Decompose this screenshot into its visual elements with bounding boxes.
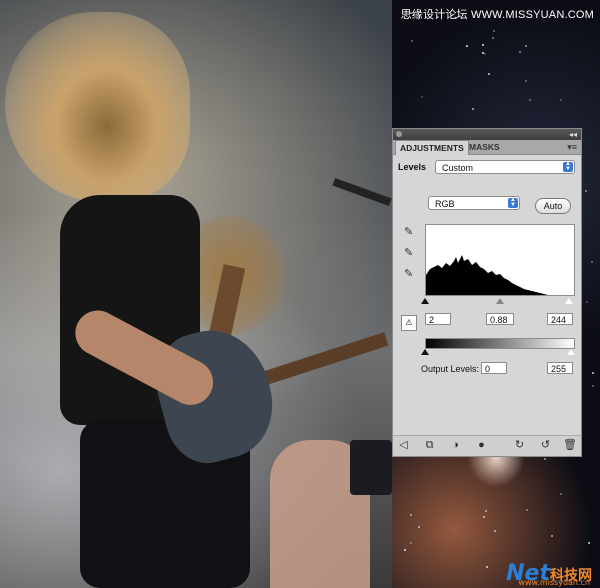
gamma-handle[interactable] [496, 298, 504, 304]
tab-masks[interactable]: MASKS [465, 140, 504, 154]
levels-label: Levels [398, 162, 427, 172]
watermark-bottom: Net科技网 www.missyuan.cn [506, 561, 592, 587]
output-black-field[interactable]: 0 [481, 362, 507, 374]
adjustments-panel: ◂◂ ADJUSTMENTS MASKS ▾≡ Levels Custom ▲ ▼… [392, 128, 582, 457]
input-black-field[interactable]: 2 [425, 313, 451, 325]
output-levels-label: Output Levels: [421, 364, 480, 374]
close-icon[interactable] [396, 131, 402, 137]
output-black-handle[interactable] [421, 349, 429, 355]
channel-select[interactable]: RGB ▲ ▼ [428, 196, 520, 210]
preset-select[interactable]: Custom ▲ ▼ [435, 160, 575, 174]
panel-titlebar[interactable]: ◂◂ [393, 129, 581, 140]
star [544, 457, 547, 460]
star [591, 371, 594, 374]
preset-value: Custom [442, 163, 474, 173]
star [560, 98, 563, 101]
white-eyedropper-icon[interactable]: ✎ [404, 268, 416, 280]
star [465, 45, 468, 48]
warning-icon[interactable]: ⚠ [401, 315, 417, 331]
watermark-top: 思缘设计论坛 WWW.MISSYUAN.COM [400, 9, 594, 21]
white-point-handle[interactable] [565, 298, 573, 304]
star [518, 50, 521, 53]
black-eyedropper-icon[interactable]: ✎ [404, 226, 416, 238]
star [487, 73, 490, 76]
star [585, 300, 588, 303]
star [524, 79, 527, 82]
trash-icon[interactable]: 🗑 [563, 439, 577, 452]
histogram [425, 224, 575, 296]
star [484, 52, 487, 55]
audience-phone [350, 440, 392, 495]
visibility-icon[interactable]: ◑ [449, 439, 462, 452]
channel-value: RGB [435, 199, 455, 209]
auto-button[interactable]: Auto [535, 198, 571, 214]
output-white-handle[interactable] [567, 349, 575, 355]
panel-menu-icon[interactable]: ▾≡ [567, 142, 577, 153]
panel-bottom-bar: ◁ ⧉ ◑ ● ↻ ↺ 🗑 [393, 435, 581, 456]
histogram-shape [426, 255, 552, 295]
output-white-field[interactable]: 255 [547, 362, 573, 374]
clip-layer-icon[interactable]: ⧉ [423, 439, 436, 452]
star [471, 107, 474, 110]
chevron-updown-icon: ▲ ▼ [563, 161, 573, 172]
collapse-icon[interactable]: ◂◂ [569, 129, 577, 140]
star [418, 525, 421, 528]
reset-icon[interactable]: ↺ [539, 439, 552, 452]
output-gradient [425, 338, 575, 349]
watermark-url: www.missyuan.cn [518, 578, 590, 587]
star [409, 541, 412, 544]
previous-state-icon[interactable]: ↻ [513, 439, 526, 452]
back-arrow-icon[interactable]: ◁ [397, 439, 410, 452]
eye-icon[interactable]: ● [475, 439, 488, 452]
star [410, 40, 413, 42]
input-white-field[interactable]: 244 [547, 313, 573, 325]
chevron-updown-icon: ▲ ▼ [508, 197, 518, 208]
input-levels-slider[interactable] [421, 298, 575, 305]
star [409, 514, 412, 517]
star [485, 565, 488, 568]
input-gamma-field[interactable]: 0.88 [486, 313, 514, 325]
star [591, 260, 594, 263]
star [587, 542, 590, 545]
tab-adjustments[interactable]: ADJUSTMENTS [395, 140, 469, 155]
black-point-handle[interactable] [421, 298, 429, 304]
star [526, 508, 529, 511]
panel-tabs: ADJUSTMENTS MASKS ▾≡ [393, 140, 581, 155]
gray-eyedropper-icon[interactable]: ✎ [404, 247, 416, 259]
